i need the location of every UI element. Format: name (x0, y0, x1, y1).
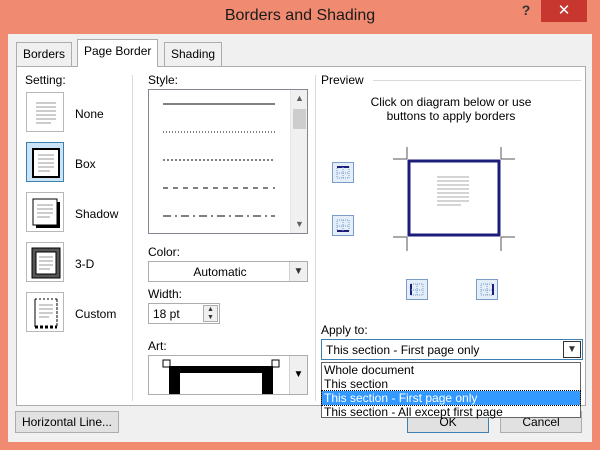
setting-3d-label: 3-D (75, 257, 95, 271)
style-list[interactable]: ▲ ▼ (148, 89, 308, 234)
setting-label: Setting: (25, 73, 66, 87)
apply-to-option[interactable]: This section - All except first page (322, 405, 580, 419)
none-setting-icon (36, 102, 56, 124)
right-border-icon (480, 283, 494, 296)
preview-instructions-line1: Click on diagram below or use (370, 95, 532, 109)
width-value: 18 pt (153, 307, 180, 321)
art-label: Art: (148, 339, 167, 353)
setting-custom-label: Custom (75, 307, 117, 321)
style-scrollbar[interactable]: ▲ ▼ (290, 90, 307, 233)
bottom-border-icon (336, 219, 350, 232)
right-border-button[interactable] (476, 279, 498, 300)
top-border-button[interactable] (332, 162, 354, 183)
borders-and-shading-dialog: Borders and Shading ? ✕ Borders Page Bor… (0, 0, 600, 450)
left-border-icon (410, 283, 424, 296)
title-bar: Borders and Shading ? ✕ (0, 0, 600, 34)
setting-none-option[interactable] (26, 92, 64, 132)
apply-to-label: Apply to: (321, 323, 368, 337)
setting-shadow-option[interactable] (26, 192, 64, 232)
horizontal-line-button[interactable]: Horizontal Line... (15, 411, 119, 433)
setting-box-option[interactable] (26, 142, 64, 182)
help-button[interactable]: ? (515, 2, 537, 26)
setting-none-label: None (75, 107, 104, 121)
line-style-samples (163, 103, 275, 217)
page-border-panel: Setting: None Box Shadow 3-D Custom Styl… (16, 66, 586, 406)
color-value: Automatic (193, 265, 247, 279)
dialog-title: Borders and Shading (224, 7, 376, 24)
setting-3d-option[interactable] (26, 242, 64, 282)
box-setting-icon (32, 148, 60, 178)
setting-box-label: Box (75, 157, 96, 171)
setting-shadow-label: Shadow (75, 207, 119, 221)
apply-to-option-selected[interactable]: This section - First page only (321, 390, 581, 406)
apply-to-option[interactable]: This section (322, 377, 580, 391)
scroll-down-icon[interactable]: ▼ (291, 216, 308, 233)
apply-to-option[interactable]: Whole document (322, 363, 580, 377)
apply-to-select[interactable]: This section - First page only ▼ (321, 339, 583, 360)
scroll-thumb[interactable] (293, 109, 306, 129)
spinner-arrows-icon[interactable]: ▲ ▼ (203, 305, 218, 322)
scroll-up-icon[interactable]: ▲ (291, 90, 308, 107)
preview-group-line (373, 80, 581, 81)
width-spinner[interactable]: 18 pt ▲ ▼ (148, 303, 220, 324)
art-select[interactable]: ▼ (148, 355, 308, 395)
apply-to-value: This section - First page only (326, 343, 480, 357)
art-border-sample (162, 359, 280, 394)
chevron-down-icon[interactable]: ▼ (289, 356, 307, 394)
setting-custom-option[interactable] (26, 292, 64, 332)
tab-shading[interactable]: Shading (164, 42, 223, 66)
3d-setting-icon (31, 247, 61, 279)
top-border-icon (336, 166, 350, 179)
color-label: Color: (148, 245, 181, 259)
column-divider (315, 75, 316, 401)
preview-label: Preview (321, 73, 364, 87)
tab-borders[interactable]: Borders (16, 42, 73, 66)
custom-setting-icon (34, 298, 58, 329)
chevron-down-icon[interactable]: ▼ (563, 341, 581, 358)
shadow-setting-icon (32, 198, 60, 228)
dialog-body: Borders Page Border Shading Setting: Non… (8, 34, 592, 442)
apply-to-dropdown-list[interactable]: Whole document This section This section… (321, 362, 581, 419)
close-button[interactable]: ✕ (541, 0, 587, 22)
column-divider (132, 75, 133, 401)
color-select[interactable]: Automatic ▼ (148, 261, 308, 282)
bottom-border-button[interactable] (332, 215, 354, 236)
left-border-button[interactable] (406, 279, 428, 300)
preview-instructions-line2: buttons to apply borders (386, 109, 516, 123)
border-preview-diagram[interactable] (389, 147, 519, 257)
tab-page-border[interactable]: Page Border (77, 39, 159, 67)
width-label: Width: (148, 287, 183, 301)
chevron-down-icon[interactable]: ▼ (289, 262, 307, 281)
style-label: Style: (148, 73, 179, 87)
